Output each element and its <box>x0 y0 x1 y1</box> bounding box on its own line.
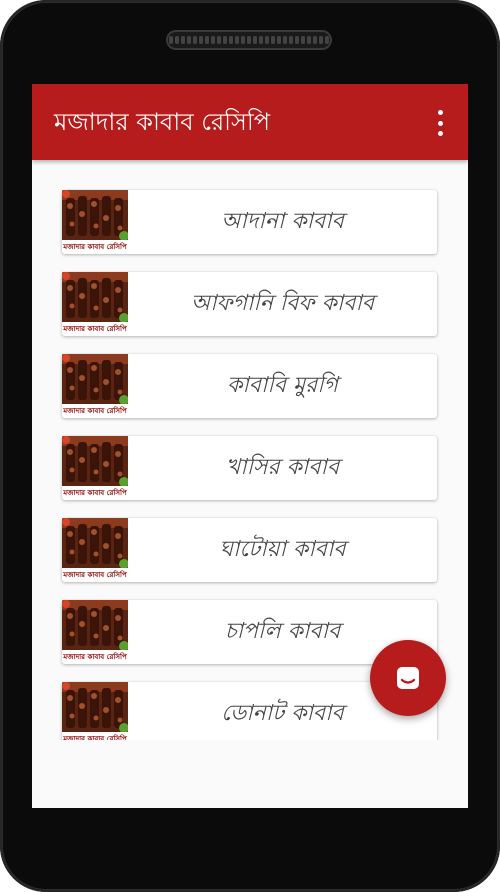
recipe-card[interactable]: মজাদার কাবাব রেসিপি আফগানি বিফ কাবাব <box>62 272 437 336</box>
thumbnail-caption: মজাদার কাবাব রেসিপি <box>62 404 128 418</box>
recipe-thumbnail: মজাদার কাবাব রেসিপি <box>62 436 128 500</box>
recipe-title: আফগানি বিফ কাবাব <box>190 291 375 316</box>
chat-fab-button[interactable] <box>370 640 446 716</box>
thumbnail-caption: মজাদার কাবাব রেসিপি <box>62 650 128 664</box>
thumbnail-caption: মজাদার কাবাব রেসিপি <box>62 568 128 582</box>
recipe-thumbnail: মজাদার কাবাব রেসিপি <box>62 354 128 418</box>
recipe-title: আদানা কাবাব <box>221 209 344 234</box>
thumbnail-caption: মজাদার কাবাব রেসিপি <box>62 732 128 740</box>
phone-frame: মজাদার কাবাব রেসিপি মজাদার কাবাব রেসিপি … <box>0 0 500 892</box>
recipe-title: খাসির কাবাব <box>225 455 340 480</box>
recipe-thumbnail: মজাদার কাবাব রেসিপি <box>62 272 128 336</box>
thumbnail-caption: মজাদার কাবাব রেসিপি <box>62 486 128 500</box>
recipe-title: ঘাটোয়া কাবাব <box>219 537 346 562</box>
recipe-thumbnail: মজাদার কাবাব রেসিপি <box>62 682 128 740</box>
recipe-card[interactable]: মজাদার কাবাব রেসিপি কাবাবি মুরগি <box>62 354 437 418</box>
recipe-thumbnail: মজাদার কাবাব রেসিপি <box>62 190 128 254</box>
recipe-card[interactable]: মজাদার কাবাব রেসিপি আদানা কাবাব <box>62 190 437 254</box>
recipe-card[interactable]: মজাদার কাবাব রেসিপি ঘাটোয়া কাবাব <box>62 518 437 582</box>
phone-speaker <box>166 30 332 50</box>
more-vert-icon[interactable] <box>434 110 446 136</box>
thumbnail-caption: মজাদার কাবাব রেসিপি <box>62 322 128 336</box>
thumbnail-caption: মজাদার কাবাব রেসিপি <box>62 240 128 254</box>
app-bar: মজাদার কাবাব রেসিপি <box>32 84 468 160</box>
app-title: মজাদার কাবাব রেসিপি <box>54 108 271 136</box>
app-screen: মজাদার কাবাব রেসিপি মজাদার কাবাব রেসিপি … <box>32 84 468 808</box>
recipe-thumbnail: মজাদার কাবাব রেসিপি <box>62 518 128 582</box>
recipe-title: কাবাবি মুরগি <box>227 373 338 398</box>
recipe-card[interactable]: মজাদার কাবাব রেসিপি খাসির কাবাব <box>62 436 437 500</box>
recipe-thumbnail: মজাদার কাবাব রেসিপি <box>62 600 128 664</box>
chat-icon <box>397 667 419 689</box>
